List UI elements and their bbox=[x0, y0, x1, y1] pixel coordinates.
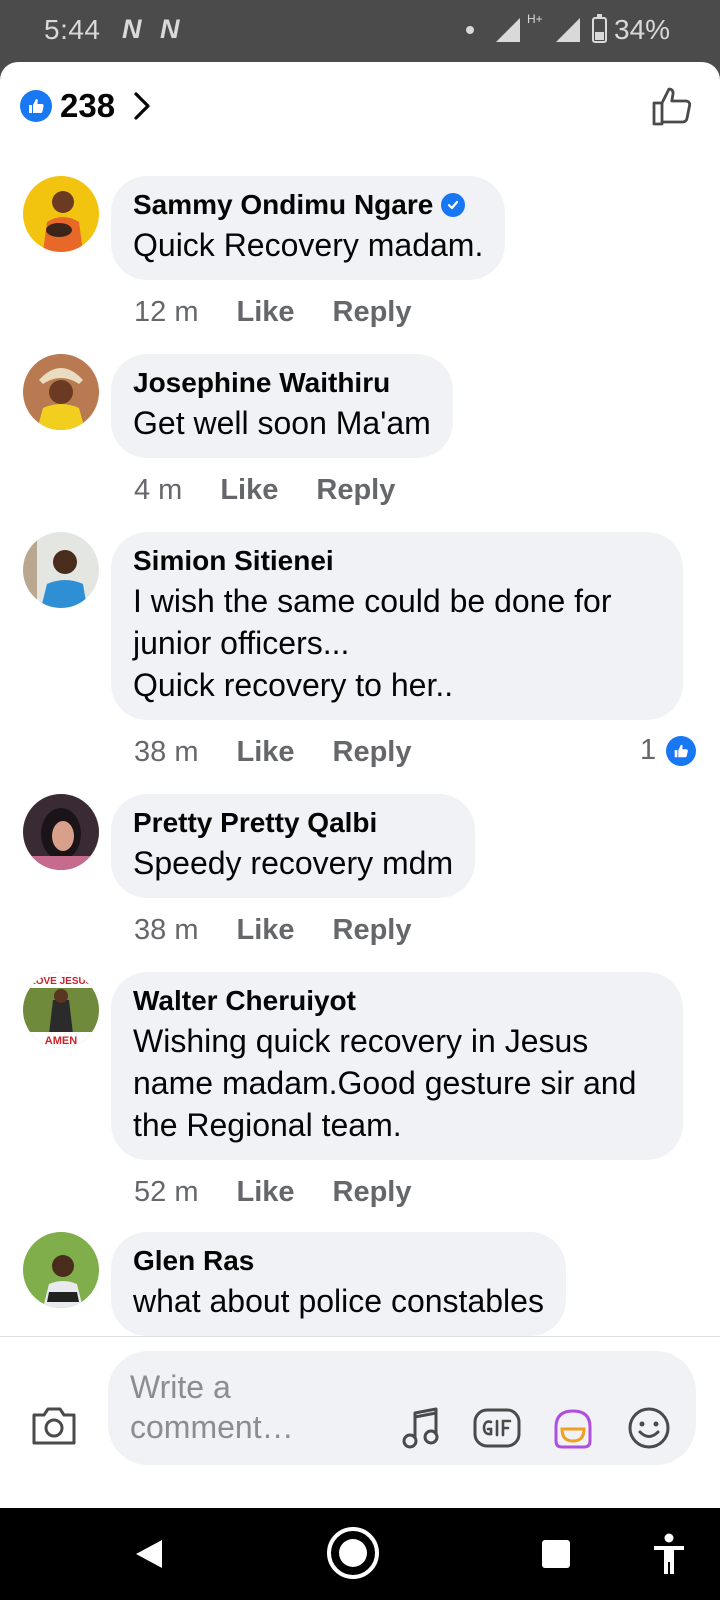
comment-bubble: Josephine Waithiru Get well soon Ma'am bbox=[111, 354, 453, 458]
comment-placeholder: Write a comment… bbox=[130, 1369, 294, 1445]
like-button[interactable]: Like bbox=[220, 474, 278, 507]
comment-author[interactable]: Sammy Ondimu Ngare bbox=[133, 188, 433, 222]
signal-icon bbox=[496, 18, 520, 42]
comment-time: 38 m bbox=[134, 914, 199, 946]
reaction-count: 238 bbox=[60, 87, 116, 124]
comment-author[interactable]: Walter Cheruiyot bbox=[133, 984, 356, 1018]
comment-bubble: Sammy Ondimu Ngare Quick Recovery madam. bbox=[111, 176, 506, 280]
reply-button[interactable]: Reply bbox=[333, 914, 412, 947]
system-nav-bar bbox=[0, 1508, 720, 1600]
emoji-icon[interactable] bbox=[626, 1405, 672, 1451]
network-indicator-icon: N bbox=[122, 14, 142, 44]
comment-time: 52 m bbox=[134, 1176, 199, 1208]
network-indicator-icon: N bbox=[160, 14, 180, 44]
status-time: 5:44 bbox=[44, 14, 101, 45]
avatar-badge-text: LOVE JESUS bbox=[30, 976, 93, 987]
comment-actions: 4 m Like Reply bbox=[134, 474, 395, 507]
comment-author[interactable]: Glen Ras bbox=[133, 1244, 254, 1278]
comment-bubble: Pretty Pretty Qalbi Speedy recovery mdm bbox=[111, 794, 476, 898]
reply-button[interactable]: Reply bbox=[333, 296, 412, 329]
comment-text: Speedy recovery mdm bbox=[133, 845, 454, 881]
like-button[interactable]: Like bbox=[236, 914, 294, 947]
comment-composer: Write a comment… bbox=[0, 1336, 720, 1508]
notification-dot-icon bbox=[466, 26, 474, 34]
thumbs-up-outline-icon[interactable] bbox=[648, 82, 696, 130]
reactions-summary[interactable]: 238 bbox=[20, 86, 153, 126]
avatar[interactable] bbox=[23, 532, 99, 608]
comment-author[interactable]: Simion Sitienei bbox=[133, 544, 334, 578]
avatar[interactable] bbox=[23, 794, 99, 870]
battery-level: 34% bbox=[614, 14, 671, 45]
comment-bubble: Glen Ras what about police constables bbox=[111, 1232, 566, 1336]
comment-text: Get well soon Ma'am bbox=[133, 405, 431, 441]
like-button[interactable]: Like bbox=[236, 296, 294, 329]
camera-icon[interactable] bbox=[30, 1403, 78, 1447]
comment-text: what about police constables bbox=[133, 1283, 544, 1319]
battery-icon bbox=[592, 14, 607, 43]
network-type: H+ bbox=[527, 12, 543, 26]
comment-time: 4 m bbox=[134, 474, 183, 506]
avatar[interactable] bbox=[23, 1232, 99, 1308]
comment-bubble: Simion Sitienei I wish the same could be… bbox=[111, 532, 683, 720]
comment-text: Quick recovery to her.. bbox=[133, 667, 454, 703]
comment-author[interactable]: Pretty Pretty Qalbi bbox=[133, 806, 377, 840]
signal-icon bbox=[556, 18, 580, 42]
reaction-number: 1 bbox=[640, 734, 657, 766]
comment-reaction-count[interactable]: 1 bbox=[640, 734, 697, 767]
like-icon bbox=[666, 735, 697, 766]
comment-text: Wishing quick recovery in Jesus name mad… bbox=[133, 1023, 637, 1143]
avatar-badge-text: AMEN bbox=[45, 1035, 77, 1047]
status-bar: 5:44 N N H+ 34% bbox=[0, 0, 720, 62]
comment-actions: 38 m Like Reply bbox=[134, 914, 412, 947]
comment-actions: 52 m Like Reply bbox=[134, 1176, 412, 1209]
home-icon[interactable] bbox=[326, 1526, 380, 1580]
reply-button[interactable]: Reply bbox=[316, 474, 395, 507]
music-note-icon[interactable] bbox=[400, 1405, 444, 1451]
avatar-sticker-icon[interactable] bbox=[548, 1405, 598, 1451]
avatar[interactable] bbox=[23, 354, 99, 430]
reply-button[interactable]: Reply bbox=[333, 1176, 412, 1209]
comment-text: Quick Recovery madam. bbox=[133, 227, 484, 263]
comment-text: I wish the same could be done for junior… bbox=[133, 583, 612, 661]
accessibility-icon[interactable] bbox=[652, 1532, 686, 1576]
comment-input[interactable]: Write a comment… bbox=[108, 1351, 696, 1465]
comments-sheet: 238 Sammy Ondimu Ngare Quick Recovery ma… bbox=[0, 62, 720, 1508]
comment-actions: 38 m Like Reply bbox=[134, 736, 412, 769]
comment-time: 12 m bbox=[134, 296, 199, 328]
like-button[interactable]: Like bbox=[236, 1176, 294, 1209]
comment-bubble: Walter Cheruiyot Wishing quick recovery … bbox=[111, 972, 683, 1160]
like-button[interactable]: Like bbox=[236, 736, 294, 769]
avatar[interactable] bbox=[23, 176, 99, 252]
back-icon[interactable] bbox=[134, 1538, 164, 1570]
verified-icon bbox=[441, 193, 466, 217]
comment-time: 38 m bbox=[134, 736, 199, 768]
chevron-right-icon bbox=[134, 92, 150, 120]
avatar[interactable]: LOVE JESUS AMEN bbox=[23, 972, 99, 1048]
reply-button[interactable]: Reply bbox=[333, 736, 412, 769]
recents-icon[interactable] bbox=[540, 1538, 572, 1570]
comment-actions: 12 m Like Reply bbox=[134, 296, 412, 329]
gif-icon[interactable] bbox=[472, 1405, 522, 1451]
like-icon bbox=[20, 90, 52, 122]
comment-author[interactable]: Josephine Waithiru bbox=[133, 366, 390, 400]
